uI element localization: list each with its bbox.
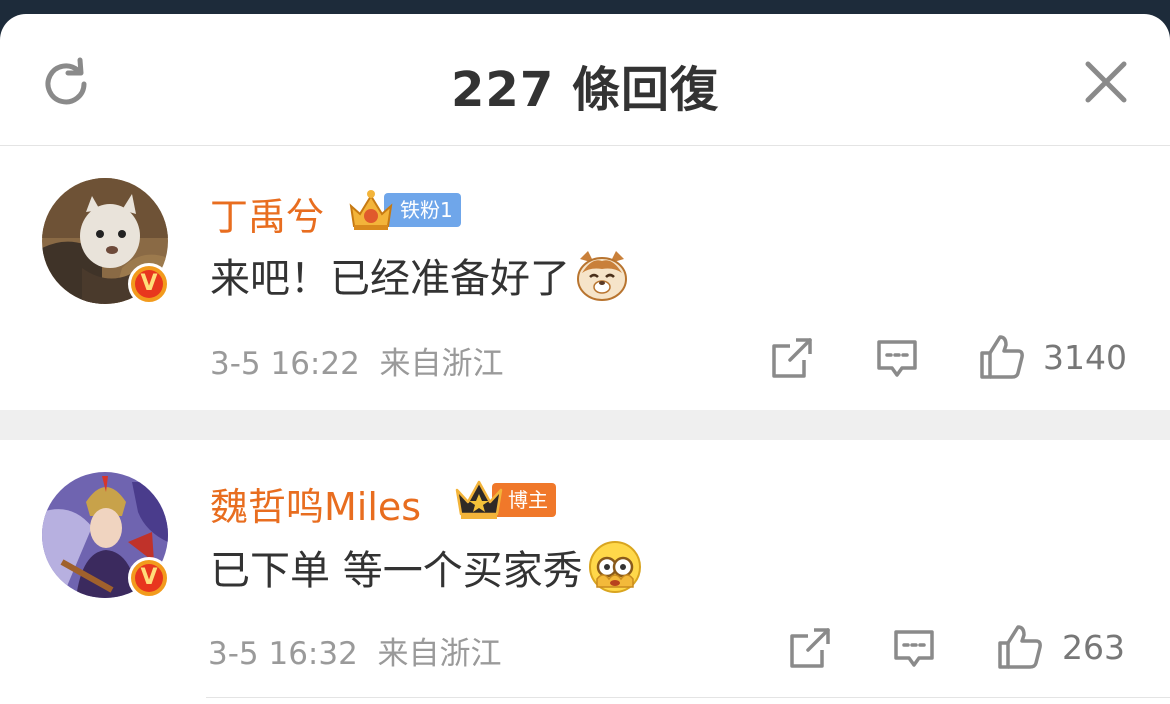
- section-divider: [0, 410, 1170, 440]
- like-icon[interactable]: [996, 623, 1044, 671]
- creator-badge[interactable]: 博主: [454, 480, 556, 519]
- comment-item: V 魏哲鸣Miles 博主 已下单 等一个买家秀 3-5 16:32 来自浙江 …: [0, 440, 1170, 704]
- like-count: 263: [1062, 628, 1125, 667]
- cat-face-emoji-icon: [577, 251, 627, 301]
- verified-badge: V: [128, 557, 170, 599]
- fan-level-badge[interactable]: 铁粉1: [346, 190, 461, 230]
- comment-text: 来吧！已经准备好了: [210, 246, 630, 304]
- comment-icon[interactable]: [875, 336, 919, 380]
- comment-time: 3-5 16:32: [208, 636, 358, 672]
- comment-source: 来自浙江: [377, 636, 502, 672]
- comment-icon[interactable]: [892, 626, 936, 670]
- verified-badge: V: [128, 263, 170, 305]
- page-title: 227 條回復: [451, 62, 719, 118]
- share-icon[interactable]: [788, 626, 832, 670]
- sheet-header: 227 條回復: [0, 14, 1170, 146]
- comment-text: 已下单 等一个买家秀: [210, 538, 643, 596]
- comment-time: 3-5 16:22: [210, 346, 360, 382]
- close-icon[interactable]: [1078, 54, 1134, 110]
- peeking-face-emoji-icon: [588, 541, 641, 593]
- username[interactable]: 丁禹兮: [210, 186, 324, 241]
- comment-source: 来自浙江: [379, 346, 504, 382]
- comment-item: V 丁禹兮 铁粉1 来吧！已经准备好了 3-5 16:22 来自浙江 3140: [0, 146, 1170, 410]
- username[interactable]: 魏哲鸣Miles: [210, 476, 421, 531]
- comment-text-content: 已下单 等一个买家秀: [210, 548, 583, 594]
- replies-sheet: 227 條回復 V 丁禹兮 铁粉1 来吧！已经准备好了 3-5 16:22 来自…: [0, 14, 1170, 704]
- share-icon[interactable]: [770, 336, 814, 380]
- comment-meta: 3-5 16:32 来自浙江: [208, 628, 502, 673]
- row-divider: [206, 697, 1170, 698]
- like-icon[interactable]: [978, 333, 1026, 381]
- comment-text-content: 来吧！已经准备好了: [210, 256, 570, 302]
- like-count: 3140: [1043, 338, 1127, 377]
- crown-icon: [455, 480, 503, 519]
- comment-meta: 3-5 16:22 来自浙江: [210, 338, 504, 383]
- crown-icon: [349, 190, 393, 230]
